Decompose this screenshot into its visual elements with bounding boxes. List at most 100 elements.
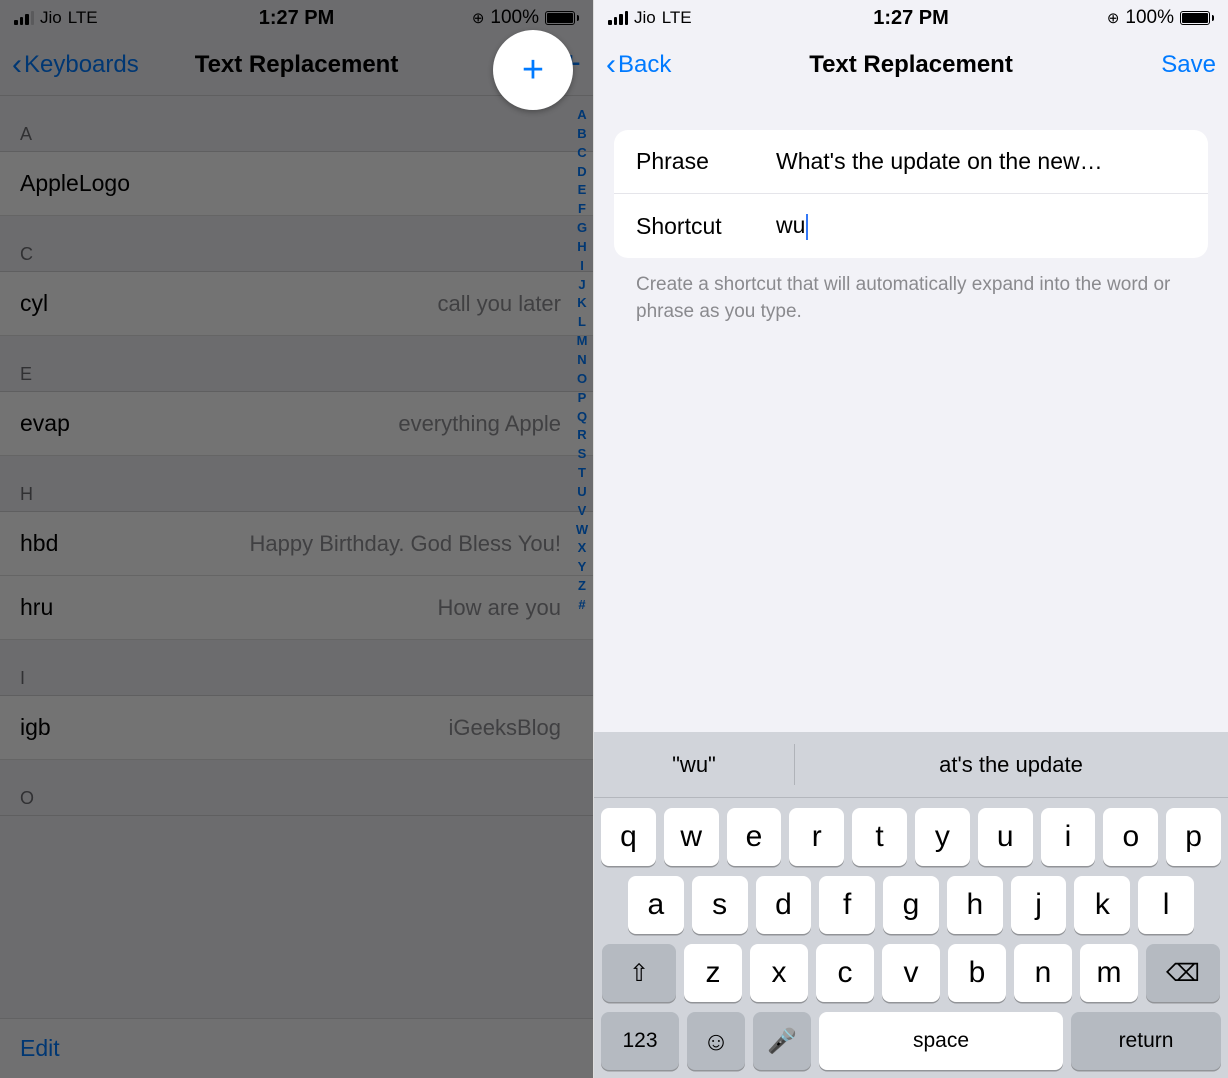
index-letter[interactable]: S [578, 445, 587, 464]
section-header: H [0, 456, 593, 512]
key-return[interactable]: return [1071, 1012, 1221, 1070]
key-r[interactable]: r [789, 808, 844, 866]
shortcut-input[interactable]: wu [776, 212, 1186, 240]
index-letter[interactable]: Y [578, 558, 587, 577]
list-item[interactable]: igb iGeeksBlog [0, 696, 593, 760]
toolbar: Edit [0, 1018, 593, 1078]
key-z[interactable]: z [684, 944, 742, 1002]
form-card: Phrase What's the update on the new… Sho… [614, 130, 1208, 258]
clock-label: 1:27 PM [0, 7, 593, 30]
key-m[interactable]: m [1080, 944, 1138, 1002]
key-f[interactable]: f [819, 876, 875, 934]
index-letter[interactable]: V [578, 502, 587, 521]
key-s[interactable]: s [692, 876, 748, 934]
shortcut-key: igb [20, 714, 51, 741]
keyboard-row-3: ⇧ z x c v b n m ⌫ [594, 934, 1228, 1002]
index-letter[interactable]: R [577, 426, 586, 445]
index-letter[interactable]: Z [578, 577, 586, 596]
key-shift[interactable]: ⇧ [602, 944, 676, 1002]
index-letter[interactable]: B [577, 125, 586, 144]
key-c[interactable]: c [816, 944, 874, 1002]
key-g[interactable]: g [883, 876, 939, 934]
list-item[interactable]: cyl call you later [0, 272, 593, 336]
key-x[interactable]: x [750, 944, 808, 1002]
phrase-input[interactable]: What's the update on the new… [776, 148, 1186, 175]
key-w[interactable]: w [664, 808, 719, 866]
mic-icon: 🎤 [767, 1027, 797, 1056]
key-e[interactable]: e [727, 808, 782, 866]
index-letter[interactable]: L [578, 313, 586, 332]
index-letter[interactable]: P [578, 389, 587, 408]
list-item[interactable]: evap everything Apple [0, 392, 593, 456]
index-letter[interactable]: G [577, 219, 587, 238]
phrase-row[interactable]: Phrase What's the update on the new… [614, 130, 1208, 194]
key-b[interactable]: b [948, 944, 1006, 1002]
key-emoji[interactable]: ☺ [687, 1012, 745, 1070]
index-letter[interactable]: F [578, 200, 586, 219]
key-i[interactable]: i [1041, 808, 1096, 866]
key-space[interactable]: space [819, 1012, 1063, 1070]
key-j[interactable]: j [1011, 876, 1067, 934]
key-q[interactable]: q [601, 808, 656, 866]
text-caret [806, 214, 808, 240]
shortcut-key: evap [20, 410, 70, 437]
index-letter[interactable]: D [577, 163, 586, 182]
battery-icon [545, 11, 579, 25]
index-letter[interactable]: M [577, 332, 588, 351]
key-d[interactable]: d [756, 876, 812, 934]
status-bar: Jio LTE 1:27 PM ⊕ 100% [594, 0, 1228, 34]
index-strip[interactable]: A B C D E F G H I J K L M N O P Q R S T … [571, 106, 593, 1068]
suggestion[interactable]: at's the update [794, 732, 1228, 797]
index-letter[interactable]: A [577, 106, 586, 125]
shortcut-key: hru [20, 594, 53, 621]
index-letter[interactable]: I [580, 257, 584, 276]
section-header: O [0, 760, 593, 816]
index-letter[interactable]: T [578, 464, 586, 483]
key-n[interactable]: n [1014, 944, 1072, 1002]
key-p[interactable]: p [1166, 808, 1221, 866]
shortcut-row[interactable]: Shortcut wu [614, 194, 1208, 258]
index-letter[interactable]: Q [577, 408, 587, 427]
shift-icon: ⇧ [629, 959, 649, 988]
screen-text-replacement-list: Jio LTE 1:27 PM ⊕ 100% ‹ Keyboards Text … [0, 0, 593, 1078]
list-item[interactable]: AppleLogo [0, 152, 593, 216]
index-letter[interactable]: E [578, 181, 587, 200]
index-letter[interactable]: X [578, 539, 587, 558]
index-letter[interactable]: K [577, 294, 586, 313]
suggestion[interactable]: "wu" [594, 732, 794, 797]
key-dictation[interactable]: 🎤 [753, 1012, 811, 1070]
index-letter[interactable]: # [578, 596, 585, 615]
key-o[interactable]: o [1103, 808, 1158, 866]
key-t[interactable]: t [852, 808, 907, 866]
list-item[interactable]: hbd Happy Birthday. God Bless You! [0, 512, 593, 576]
key-y[interactable]: y [915, 808, 970, 866]
key-l[interactable]: l [1138, 876, 1194, 934]
index-letter[interactable]: O [577, 370, 587, 389]
form: Phrase What's the update on the new… Sho… [594, 96, 1228, 325]
edit-button[interactable]: Edit [20, 1035, 60, 1062]
clock-label: 1:27 PM [594, 7, 1228, 30]
key-v[interactable]: v [882, 944, 940, 1002]
index-letter[interactable]: N [577, 351, 586, 370]
shortcut-value: How are you [437, 595, 561, 621]
key-delete[interactable]: ⌫ [1146, 944, 1220, 1002]
shortcut-value: wu [776, 212, 805, 238]
shortcut-value: Happy Birthday. God Bless You! [250, 531, 561, 557]
keyboard-row-2: a s d f g h j k l [594, 866, 1228, 934]
key-a[interactable]: a [628, 876, 684, 934]
index-letter[interactable]: C [577, 144, 586, 163]
shortcut-key: hbd [20, 530, 58, 557]
key-u[interactable]: u [978, 808, 1033, 866]
index-letter[interactable]: J [578, 276, 585, 295]
index-letter[interactable]: U [577, 483, 586, 502]
index-letter[interactable]: H [577, 238, 586, 257]
replacements-list[interactable]: A AppleLogo C cyl call you later E evap … [0, 96, 593, 1078]
key-123[interactable]: 123 [601, 1012, 679, 1070]
keyboard[interactable]: "wu" at's the update q w e r t y u i o p… [594, 732, 1228, 1078]
key-h[interactable]: h [947, 876, 1003, 934]
highlight-add-button[interactable]: + [493, 30, 573, 110]
shortcut-key: AppleLogo [20, 170, 130, 197]
list-item[interactable]: hru How are you [0, 576, 593, 640]
index-letter[interactable]: W [576, 521, 588, 540]
key-k[interactable]: k [1074, 876, 1130, 934]
